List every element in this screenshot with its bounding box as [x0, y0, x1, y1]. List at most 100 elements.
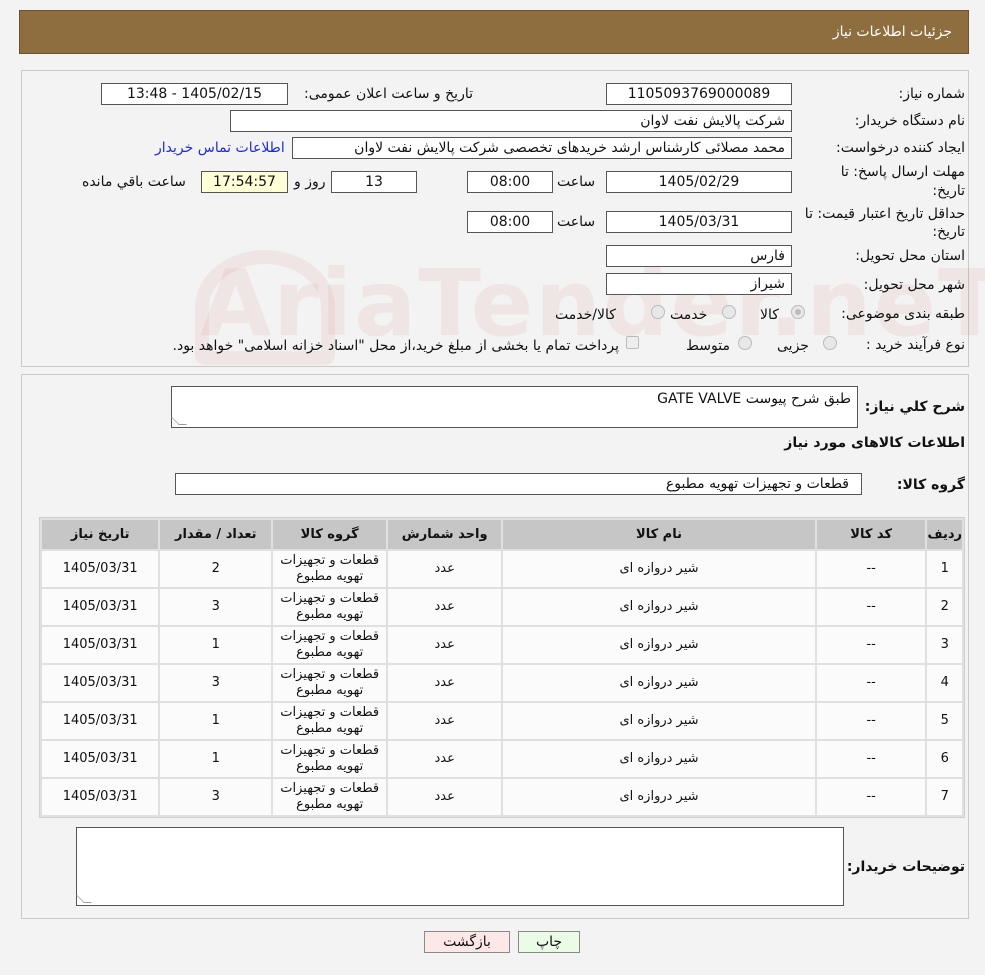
- table-row: 7 -- شیر دروازه ای عدد قطعات و تجهیزات ت…: [42, 779, 962, 815]
- cell-name: شیر دروازه ای: [503, 551, 815, 587]
- request-creator-label: ایجاد کننده درخواست:: [836, 140, 965, 156]
- delivery-province-label: استان محل تحویل:: [855, 248, 965, 264]
- page-title: جزئیات اطلاعات نیاز: [832, 24, 952, 40]
- items-table: ردیف کد کالا نام کالا واحد شمارش گروه کا…: [39, 517, 965, 818]
- category-radio-service[interactable]: [722, 305, 736, 319]
- resize-grip-icon[interactable]: [171, 417, 187, 425]
- table-row: 5 -- شیر دروازه ای عدد قطعات و تجهیزات ت…: [42, 703, 962, 739]
- category-option-service: خدمت: [670, 307, 708, 323]
- remaining-days-field: 13: [331, 171, 417, 193]
- cell-unit: عدد: [388, 703, 502, 739]
- col-qty-header: تعداد / مقدار: [160, 520, 272, 549]
- price-validity-label: حداقل تاریخ اعتبار قیمت: تا: [804, 206, 965, 222]
- need-summary-text: GATE VALVE طبق شرح پیوست: [657, 391, 851, 407]
- need-summary-textarea[interactable]: GATE VALVE طبق شرح پیوست: [171, 386, 858, 428]
- buyer-notes-textarea[interactable]: [76, 827, 844, 906]
- need-number-label: شماره نیاز:: [898, 86, 966, 102]
- cell-date: 1405/03/31: [42, 627, 159, 663]
- reply-deadline-date-field: 1405/02/29: [606, 171, 792, 193]
- cell-unit: عدد: [388, 551, 502, 587]
- buyer-org-field: شرکت پالایش نفت لاوان: [230, 110, 792, 132]
- col-code-header: کد کالا: [816, 520, 926, 549]
- cell-code: --: [816, 779, 926, 815]
- cell-qty: 1: [160, 703, 272, 739]
- price-validity-date-suffix: تاریخ:: [932, 224, 965, 240]
- cell-code: --: [816, 703, 926, 739]
- price-validity-time-label: ساعت: [557, 214, 596, 230]
- table-row: 4 -- شیر دروازه ای عدد قطعات و تجهیزات ت…: [42, 665, 962, 701]
- goods-group-field: قطعات و تجهیزات تهویه مطبوع: [175, 473, 862, 495]
- items-table-body: 1 -- شیر دروازه ای عدد قطعات و تجهیزات ت…: [42, 551, 962, 815]
- cell-row: 2: [927, 589, 962, 625]
- cell-group: قطعات و تجهیزات تهویه مطبوع: [273, 741, 387, 777]
- remaining-time-field: 17:54:57: [201, 171, 288, 193]
- buyer-contact-link[interactable]: اطلاعات تماس خریدار: [155, 140, 285, 156]
- cell-date: 1405/03/31: [42, 741, 159, 777]
- resize-grip-icon[interactable]: [76, 895, 92, 903]
- cell-qty: 3: [160, 589, 272, 625]
- process-option-minor: جزیی: [777, 338, 809, 354]
- process-option-medium: متوسط: [686, 338, 730, 354]
- table-row: 3 -- شیر دروازه ای عدد قطعات و تجهیزات ت…: [42, 627, 962, 663]
- col-name-header: نام کالا: [503, 520, 815, 549]
- cell-code: --: [816, 589, 926, 625]
- cell-group: قطعات و تجهیزات تهویه مطبوع: [273, 665, 387, 701]
- cell-unit: عدد: [388, 779, 502, 815]
- cell-unit: عدد: [388, 589, 502, 625]
- back-button[interactable]: بازگشت: [424, 931, 510, 953]
- cell-group: قطعات و تجهیزات تهویه مطبوع: [273, 779, 387, 815]
- need-summary-label: شرح کلي نياز:: [864, 399, 965, 415]
- cell-row: 6: [927, 741, 962, 777]
- reply-deadline-date-suffix: تاریخ:: [932, 183, 965, 199]
- category-option-goods: کالا: [760, 307, 779, 323]
- cell-date: 1405/03/31: [42, 779, 159, 815]
- remaining-time-label: ساعت باقي مانده: [82, 174, 186, 190]
- table-row: 6 -- شیر دروازه ای عدد قطعات و تجهیزات ت…: [42, 741, 962, 777]
- process-radio-medium[interactable]: [738, 336, 752, 350]
- print-button[interactable]: چاپ: [518, 931, 580, 953]
- cell-row: 4: [927, 665, 962, 701]
- cell-qty: 3: [160, 665, 272, 701]
- category-radio-goods-service[interactable]: [651, 305, 665, 319]
- price-validity-date-field: 1405/03/31: [606, 211, 792, 233]
- treasury-payment-checkbox[interactable]: [626, 336, 639, 349]
- table-row: 1 -- شیر دروازه ای عدد قطعات و تجهیزات ت…: [42, 551, 962, 587]
- purchase-process-label: نوع فرآیند خرید :: [866, 337, 965, 353]
- cell-unit: عدد: [388, 665, 502, 701]
- process-radio-minor[interactable]: [823, 336, 837, 350]
- delivery-city-field: شیراز: [606, 273, 792, 295]
- treasury-payment-note: پرداخت تمام یا بخشی از مبلغ خرید،از محل …: [172, 338, 619, 354]
- cell-group: قطعات و تجهیزات تهویه مطبوع: [273, 551, 387, 587]
- category-option-goods-service: کالا/خدمت: [555, 307, 616, 323]
- col-unit-header: واحد شمارش: [388, 520, 502, 549]
- cell-row: 1: [927, 551, 962, 587]
- cell-qty: 1: [160, 741, 272, 777]
- delivery-city-label: شهر محل تحویل:: [863, 277, 965, 293]
- cell-date: 1405/03/31: [42, 703, 159, 739]
- cell-qty: 3: [160, 779, 272, 815]
- cell-name: شیر دروازه ای: [503, 665, 815, 701]
- cell-name: شیر دروازه ای: [503, 627, 815, 663]
- buyer-org-label: نام دستگاه خریدار:: [854, 113, 965, 129]
- delivery-province-field: فارس: [606, 245, 792, 267]
- cell-group: قطعات و تجهیزات تهویه مطبوع: [273, 627, 387, 663]
- cell-row: 3: [927, 627, 962, 663]
- cell-code: --: [816, 665, 926, 701]
- category-radio-goods[interactable]: [791, 305, 805, 319]
- cell-name: شیر دروازه ای: [503, 703, 815, 739]
- remaining-days-label: روز و: [294, 174, 326, 190]
- col-group-header: گروه کالا: [273, 520, 387, 549]
- cell-date: 1405/03/31: [42, 551, 159, 587]
- cell-code: --: [816, 627, 926, 663]
- cell-name: شیر دروازه ای: [503, 741, 815, 777]
- cell-unit: عدد: [388, 741, 502, 777]
- goods-group-label: گروه کالا:: [896, 477, 965, 493]
- items-section-title: اطلاعات کالاهای مورد نیاز: [784, 435, 965, 451]
- cell-unit: عدد: [388, 627, 502, 663]
- cell-qty: 1: [160, 627, 272, 663]
- cell-code: --: [816, 551, 926, 587]
- need-number-field: 1105093769000089: [606, 83, 792, 105]
- col-date-header: تاریخ نیاز: [42, 520, 159, 549]
- table-header-row: ردیف کد کالا نام کالا واحد شمارش گروه کا…: [42, 520, 962, 549]
- cell-group: قطعات و تجهیزات تهویه مطبوع: [273, 589, 387, 625]
